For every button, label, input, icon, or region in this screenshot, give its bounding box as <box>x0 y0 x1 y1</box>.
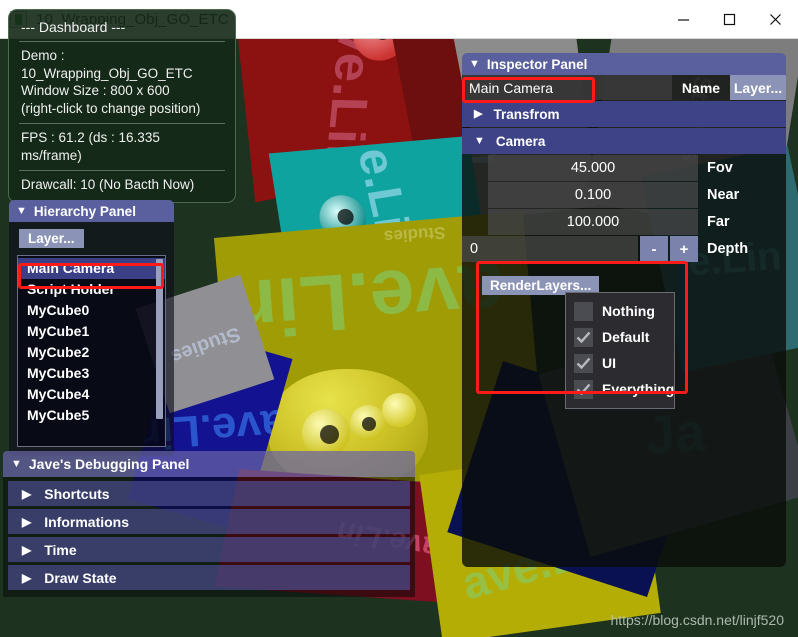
checkbox-checked-icon[interactable] <box>574 353 593 373</box>
debug-row-informations-label: Informations <box>44 513 130 530</box>
dashboard-demo-line: Demo : 10_Wrapping_Obj_GO_ETC <box>21 48 193 81</box>
render-layer-label-everything: Everything <box>602 381 675 397</box>
render-layer-option-default[interactable]: Default <box>566 324 674 350</box>
hierarchy-item-mycube0[interactable]: MyCube0 <box>18 300 165 321</box>
chevron-right-icon: ▶ <box>22 570 32 585</box>
render-layer-option-ui[interactable]: UI <box>566 350 674 376</box>
chevron-down-icon: ▼ <box>11 457 22 470</box>
inspector-name-label: Name <box>681 79 721 96</box>
property-indent <box>462 155 488 181</box>
hierarchy-item-mycube1[interactable]: MyCube1 <box>18 321 165 342</box>
hierarchy-list[interactable]: Main Camera Script Holder MyCube0 MyCube… <box>17 255 166 447</box>
render-layer-option-everything[interactable]: Everything <box>566 376 674 402</box>
inspector-depth-increment-button[interactable]: + <box>670 236 698 262</box>
chevron-down-icon: ▼ <box>16 204 27 217</box>
hierarchy-item-mycube5[interactable]: MyCube5 <box>18 405 165 426</box>
inspector-foldout-transform-label: Transfrom <box>493 106 560 122</box>
property-indent <box>462 209 488 235</box>
inspector-panel-body: Main Camera Name Layer... ▶ Transfrom ▼ … <box>462 75 786 567</box>
dashboard-hint-line: (right-click to change position) <box>21 100 201 116</box>
debugging-panel-body: ▶ Shortcuts ▶ Informations ▶ Time ▶ Draw… <box>3 477 415 597</box>
inspector-panel: ▼ Inspector Panel Main Camera Name Layer… <box>462 53 786 567</box>
checkbox-checked-icon[interactable] <box>574 379 593 399</box>
inspector-fov-label: Fov <box>707 160 733 176</box>
debugging-panel: ▼ Jave's Debugging Panel ▶ Shortcuts ▶ I… <box>3 451 415 597</box>
hierarchy-panel-title: Hierarchy Panel <box>33 203 136 219</box>
inspector-property-near: 0.100 Near <box>462 182 786 208</box>
inspector-depth-label: Depth <box>707 241 749 257</box>
checkbox-checked-icon[interactable] <box>574 327 593 347</box>
render-layer-label-ui: UI <box>602 355 616 371</box>
debug-row-time-label: Time <box>44 541 77 558</box>
debug-row-draw-state[interactable]: ▶ Draw State <box>8 565 410 590</box>
inspector-foldout-camera-label: Camera <box>495 133 546 149</box>
inspector-layer-button[interactable]: Layer... <box>730 75 786 100</box>
debug-row-informations[interactable]: ▶ Informations <box>8 509 410 534</box>
render-layer-option-nothing[interactable]: Nothing <box>566 298 674 324</box>
hierarchy-scrollbar[interactable] <box>156 259 163 419</box>
dashboard-panel: --- Dashboard --- Demo : 10_Wrapping_Obj… <box>8 9 236 203</box>
dashboard-fps-line: FPS : 61.2 (ds : 16.335 ms/frame) <box>21 130 160 163</box>
inspector-panel-header[interactable]: ▼ Inspector Panel <box>462 53 786 75</box>
inspector-far-label: Far <box>707 214 730 230</box>
chevron-down-icon: ▼ <box>474 134 485 147</box>
inspector-property-depth: 0 - + Depth <box>462 236 786 262</box>
render-layer-label-default: Default <box>602 329 650 345</box>
debugging-panel-title: Jave's Debugging Panel <box>28 456 190 472</box>
dashboard-window-size-line: Window Size : 800 x 600 <box>21 83 170 98</box>
debug-row-shortcuts[interactable]: ▶ Shortcuts <box>8 481 410 506</box>
debug-row-shortcuts-label: Shortcuts <box>44 485 110 502</box>
render-layers-dropdown[interactable]: Nothing Default UI Everything <box>565 292 675 409</box>
hierarchy-item-mycube3[interactable]: MyCube3 <box>18 363 165 384</box>
inspector-property-fov: 45.000 Fov <box>462 155 786 181</box>
inspector-depth-input[interactable]: 0 <box>462 236 638 262</box>
inspector-panel-title: Inspector Panel <box>486 56 588 72</box>
inspector-render-layers-zone: RenderLayers... Nothing Default UI Every… <box>462 274 786 409</box>
dashboard-title: --- Dashboard --- <box>21 19 126 35</box>
hierarchy-item-mycube4[interactable]: MyCube4 <box>18 384 165 405</box>
debug-row-time[interactable]: ▶ Time <box>8 537 410 562</box>
inspector-far-input[interactable]: 100.000 <box>488 209 698 235</box>
hierarchy-item-mycube2[interactable]: MyCube2 <box>18 342 165 363</box>
hierarchy-panel-header[interactable]: ▼ Hierarchy Panel <box>9 200 174 222</box>
application-window: 10_Wrapping_Obj_GO_ETC e.Lin <box>0 0 798 637</box>
chevron-right-icon: ▶ <box>22 486 32 501</box>
watermark-url: https://blog.csdn.net/linjf520 <box>610 612 784 628</box>
inspector-fov-input[interactable]: 45.000 <box>488 155 698 181</box>
window-controls <box>660 0 798 39</box>
inspector-property-far: 100.000 Far <box>462 209 786 235</box>
chevron-right-icon: ▶ <box>474 107 483 120</box>
minimize-icon[interactable] <box>660 0 706 39</box>
render-layer-label-nothing: Nothing <box>602 303 655 319</box>
inspector-foldout-camera[interactable]: ▼ Camera <box>462 128 786 154</box>
hierarchy-panel-body: Layer... Main Camera Script Holder MyCub… <box>9 222 174 456</box>
inspector-depth-decrement-button[interactable]: - <box>640 236 668 262</box>
debug-row-draw-state-label: Draw State <box>44 569 117 586</box>
inspector-near-input[interactable]: 0.100 <box>488 182 698 208</box>
checkbox-unchecked-icon[interactable] <box>574 301 593 321</box>
hierarchy-layer-button[interactable]: Layer... <box>19 229 84 248</box>
inspector-foldout-transform[interactable]: ▶ Transfrom <box>462 101 786 127</box>
property-indent <box>462 182 488 208</box>
chevron-down-icon: ▼ <box>469 57 480 70</box>
inspector-name-input[interactable]: Main Camera <box>462 75 672 100</box>
hierarchy-panel: ▼ Hierarchy Panel Layer... Main Camera S… <box>9 200 174 456</box>
dashboard-info-block: Demo : 10_Wrapping_Obj_GO_ETC Window Siz… <box>9 42 235 123</box>
chevron-right-icon: ▶ <box>22 542 32 557</box>
inspector-name-row: Main Camera Name Layer... <box>462 75 786 100</box>
inspector-near-label: Near <box>707 187 740 203</box>
maximize-icon[interactable] <box>706 0 752 39</box>
dashboard-drawcall-line: Drawcall: 10 (No Bacth Now) <box>21 177 195 192</box>
hierarchy-item-main-camera[interactable]: Main Camera <box>18 258 165 279</box>
debugging-panel-header[interactable]: ▼ Jave's Debugging Panel <box>3 451 415 477</box>
close-icon[interactable] <box>752 0 798 39</box>
chevron-right-icon: ▶ <box>22 514 32 529</box>
hierarchy-item-script-holder[interactable]: Script Holder <box>18 279 165 300</box>
